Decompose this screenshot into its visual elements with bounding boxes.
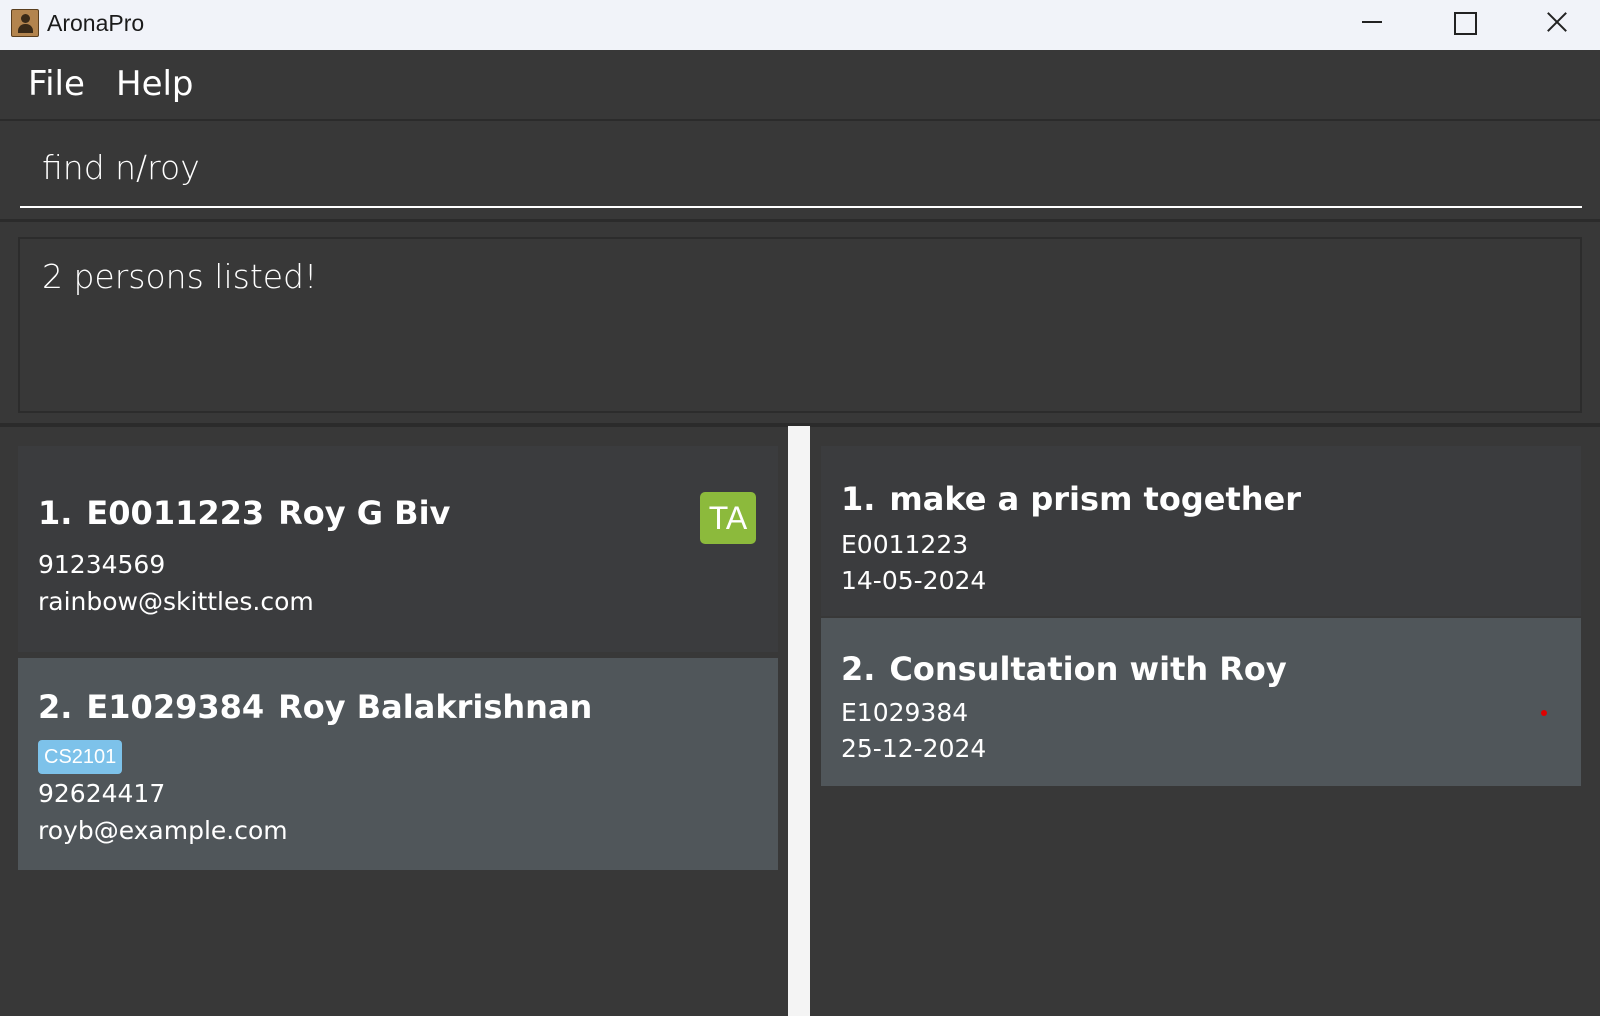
person-id: E1029384 bbox=[86, 688, 265, 726]
minimize-button[interactable] bbox=[1327, 0, 1417, 46]
consultation-title: 1. make a prism together bbox=[841, 480, 1315, 518]
command-input[interactable]: find n/roy bbox=[20, 140, 1582, 208]
person-phone: 92624417 bbox=[38, 779, 166, 808]
menu-help[interactable]: Help bbox=[116, 64, 194, 104]
menu-bar: File Help bbox=[0, 50, 1600, 121]
consultation-card[interactable]: 1. make a prism together E0011223 14-05-2… bbox=[821, 446, 1581, 616]
ta-badge: TA bbox=[700, 492, 756, 544]
person-phone: 91234569 bbox=[38, 550, 166, 579]
consultation-title: 2. Consultation with Roy bbox=[841, 650, 1301, 688]
person-name: Roy G Biv bbox=[278, 494, 451, 532]
person-id: E0011223 bbox=[86, 494, 265, 532]
consultation-index: 1. bbox=[841, 480, 876, 518]
result-display: 2 persons listed! bbox=[18, 237, 1582, 413]
person-email: royb@example.com bbox=[38, 816, 288, 845]
split-pane-divider[interactable] bbox=[788, 426, 810, 1016]
consultation-name: Consultation with Roy bbox=[889, 650, 1287, 688]
consultation-card-selected[interactable]: 2. Consultation with Roy E1029384 25-12-2… bbox=[821, 618, 1581, 786]
person-index: 1. bbox=[38, 494, 73, 532]
menu-file[interactable]: File bbox=[28, 64, 85, 104]
person-email: rainbow@skittles.com bbox=[38, 587, 314, 616]
consultation-student-id: E0011223 bbox=[841, 530, 969, 559]
status-dot bbox=[1541, 710, 1547, 716]
maximize-button[interactable] bbox=[1418, 0, 1508, 46]
command-box: find n/roy bbox=[0, 122, 1600, 222]
person-index: 2. bbox=[38, 688, 73, 726]
person-card[interactable]: 1. E0011223 Roy G Biv TA 91234569 rainbow@… bbox=[18, 446, 778, 652]
person-name: Roy Balakrishnan bbox=[278, 688, 593, 726]
title-bar: AronaPro bbox=[0, 0, 1600, 50]
consultation-name: make a prism together bbox=[889, 480, 1301, 518]
tag-chip: CS2101 bbox=[38, 740, 123, 774]
close-button[interactable] bbox=[1510, 0, 1600, 46]
consultation-student-id: E1029384 bbox=[841, 698, 969, 727]
consultation-index: 2. bbox=[841, 650, 876, 688]
consultation-list[interactable]: 1. make a prism together E0011223 14-05-2… bbox=[821, 446, 1581, 1016]
app-icon bbox=[11, 9, 39, 37]
window-title: AronaPro bbox=[47, 10, 145, 36]
consultation-date: 14-05-2024 bbox=[841, 566, 987, 595]
person-title: 1. E0011223 Roy G Biv bbox=[38, 494, 464, 532]
person-list[interactable]: 1. E0011223 Roy G Biv TA 91234569 rainbow@… bbox=[18, 446, 778, 1016]
result-message: 2 persons listed! bbox=[42, 257, 318, 296]
person-card-selected[interactable]: 2. E1029384 Roy Balakrishnan CS2101 926244… bbox=[18, 658, 778, 870]
person-title: 2. E1029384 Roy Balakrishnan bbox=[38, 688, 606, 726]
consultation-date: 25-12-2024 bbox=[841, 734, 987, 763]
